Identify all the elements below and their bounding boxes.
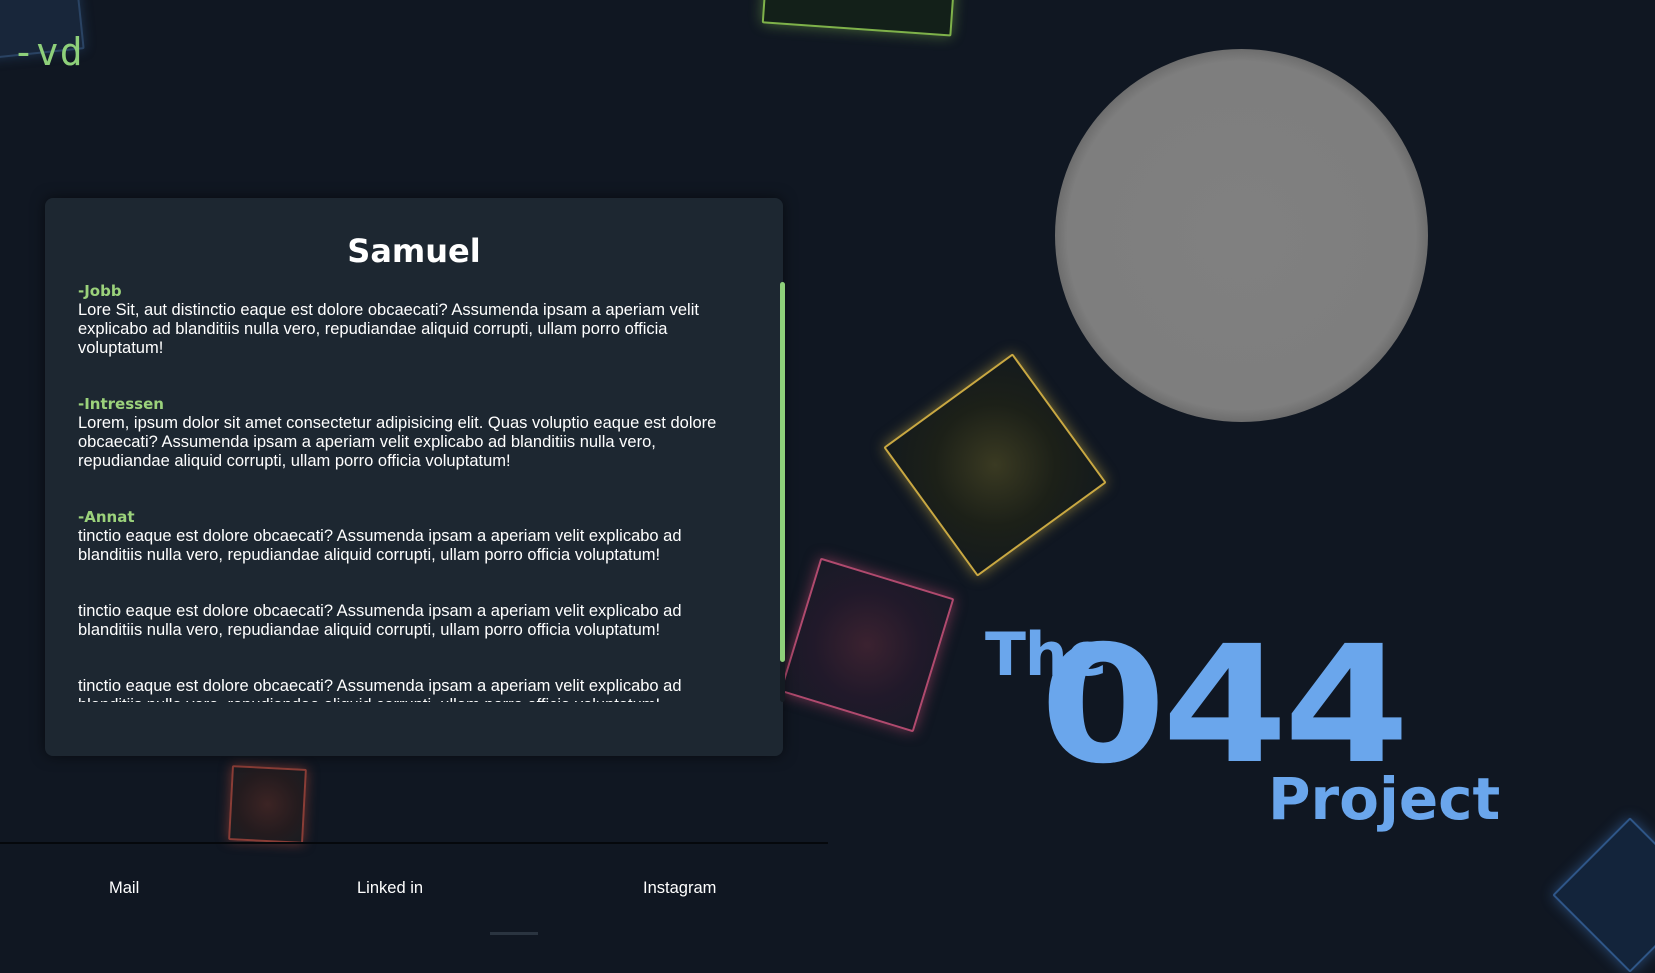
decorative-square-pink <box>779 557 955 733</box>
profile-card: Samuel -Jobb Lore Sit, aut distinctio ea… <box>45 198 785 756</box>
avatar-placeholder <box>1055 49 1428 422</box>
decorative-square-red <box>228 765 307 844</box>
section-text: Lorem, ipsum dolor sit amet consectetur … <box>78 414 717 470</box>
profile-section-extra-2: tinctio eaque est dolore obcaecati? Assu… <box>78 677 738 702</box>
site-logo[interactable]: -vd <box>12 30 84 74</box>
footer-link-linkedin[interactable]: Linked in <box>357 879 423 898</box>
section-text: tinctio eaque est dolore obcaecati? Assu… <box>78 602 682 639</box>
decorative-square-green <box>761 0 959 37</box>
profile-scroll-area[interactable]: -Jobb Lore Sit, aut distinctio eaque est… <box>78 282 738 702</box>
brand-title-number: 044 <box>1040 612 1410 800</box>
footer-link-instagram[interactable]: Instagram <box>643 879 716 898</box>
section-text: tinctio eaque est dolore obcaecati? Assu… <box>78 527 682 564</box>
decorative-square-blue-corner <box>1552 817 1655 973</box>
scrollbar-track[interactable] <box>780 282 785 702</box>
profile-section-jobb: -Jobb Lore Sit, aut distinctio eaque est… <box>78 282 738 358</box>
scrollbar-thumb[interactable] <box>780 282 785 662</box>
brand-title-project: Project <box>1268 765 1501 833</box>
section-text: Lore Sit, aut distinctio eaque est dolor… <box>78 301 699 357</box>
decorative-square-yellow <box>883 353 1107 577</box>
section-text: tinctio eaque est dolore obcaecati? Assu… <box>78 677 682 702</box>
footer-divider <box>0 842 828 844</box>
footer-link-mail[interactable]: Mail <box>109 879 139 898</box>
section-heading: -Jobb <box>78 282 122 300</box>
section-heading: -Annat <box>78 508 135 526</box>
section-heading: -Intressen <box>78 395 164 413</box>
profile-name: Samuel <box>347 232 481 270</box>
profile-section-extra-1: tinctio eaque est dolore obcaecati? Assu… <box>78 602 738 640</box>
profile-section-intressen: -Intressen Lorem, ipsum dolor sit amet c… <box>78 395 738 471</box>
profile-section-annat: -Annat tinctio eaque est dolore obcaecat… <box>78 508 738 565</box>
